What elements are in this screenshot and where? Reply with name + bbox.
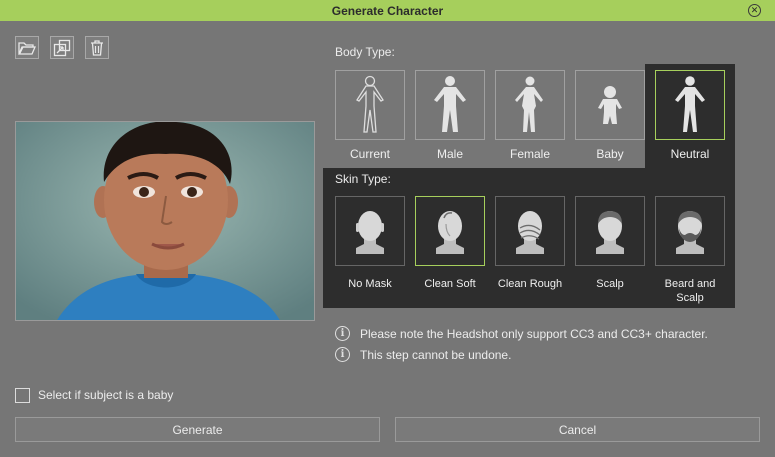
body-type-female-label: Female — [509, 147, 550, 161]
body-outline-icon — [356, 75, 384, 133]
skin-type-beard-and-scalp[interactable] — [655, 196, 725, 266]
trash-icon — [91, 39, 103, 56]
body-type-neutral[interactable] — [655, 70, 725, 140]
skin-type-scalp-label: Scalp — [596, 278, 624, 290]
neutral-body-icon — [675, 76, 705, 132]
title-bar: Generate Character ✕ — [0, 0, 775, 21]
skin-type-clean-soft[interactable] — [415, 196, 485, 266]
skin-type-no-mask[interactable] — [335, 196, 405, 266]
baby-body-icon — [598, 86, 622, 124]
body-type-label: Body Type: — [335, 45, 395, 59]
headshot-photo — [15, 121, 315, 321]
body-type-neutral-label: Neutral — [670, 147, 710, 161]
note-text: This step cannot be undone. — [360, 347, 512, 362]
generate-button[interactable]: Generate — [15, 417, 380, 442]
skin-type-label: Skin Type: — [335, 172, 391, 186]
skin-type-scalp[interactable] — [575, 196, 645, 266]
info-icon: i — [335, 347, 350, 362]
delete-button[interactable] — [85, 36, 109, 59]
note-row: i This step cannot be undone. — [335, 347, 511, 362]
body-type-male[interactable] — [415, 70, 485, 140]
close-icon[interactable]: ✕ — [748, 4, 761, 17]
clean-soft-head-icon — [436, 211, 464, 254]
info-icon: i — [335, 326, 350, 341]
skin-type-clean-rough[interactable] — [495, 196, 565, 266]
clean-rough-head-icon — [516, 211, 544, 254]
open-folder-icon — [18, 41, 36, 55]
export-image-icon — [53, 39, 71, 56]
body-type-female[interactable] — [495, 70, 565, 140]
baby-checkbox[interactable] — [15, 388, 30, 403]
portrait-image — [16, 122, 314, 320]
export-image-button[interactable] — [50, 36, 74, 59]
beard-and-scalp-head-icon — [676, 211, 704, 254]
male-body-icon — [434, 76, 466, 132]
body-type-baby-label: Baby — [596, 147, 624, 161]
body-type-current-label: Current — [349, 147, 390, 161]
baby-checkbox-label[interactable]: Select if subject is a baby — [38, 388, 173, 402]
no-mask-head-icon — [356, 211, 384, 254]
body-type-male-label: Male — [436, 147, 463, 161]
note-row: i Please note the Headshot only support … — [335, 326, 708, 341]
skin-type-no-mask-label: No Mask — [348, 278, 392, 290]
skin-type-beard-and-scalp-label: Beard and Scalp — [664, 278, 716, 304]
female-body-icon — [515, 76, 543, 132]
body-type-current[interactable] — [335, 70, 405, 140]
scalp-head-icon — [596, 211, 624, 254]
skin-type-clean-rough-label: Clean Rough — [497, 278, 563, 290]
open-folder-button[interactable] — [15, 36, 39, 59]
window-title: Generate Character — [331, 3, 444, 18]
skin-type-clean-soft-label: Clean Soft — [424, 278, 476, 290]
note-text: Please note the Headshot only support CC… — [360, 326, 708, 341]
body-type-baby[interactable] — [575, 70, 645, 140]
cancel-button[interactable]: Cancel — [395, 417, 760, 442]
